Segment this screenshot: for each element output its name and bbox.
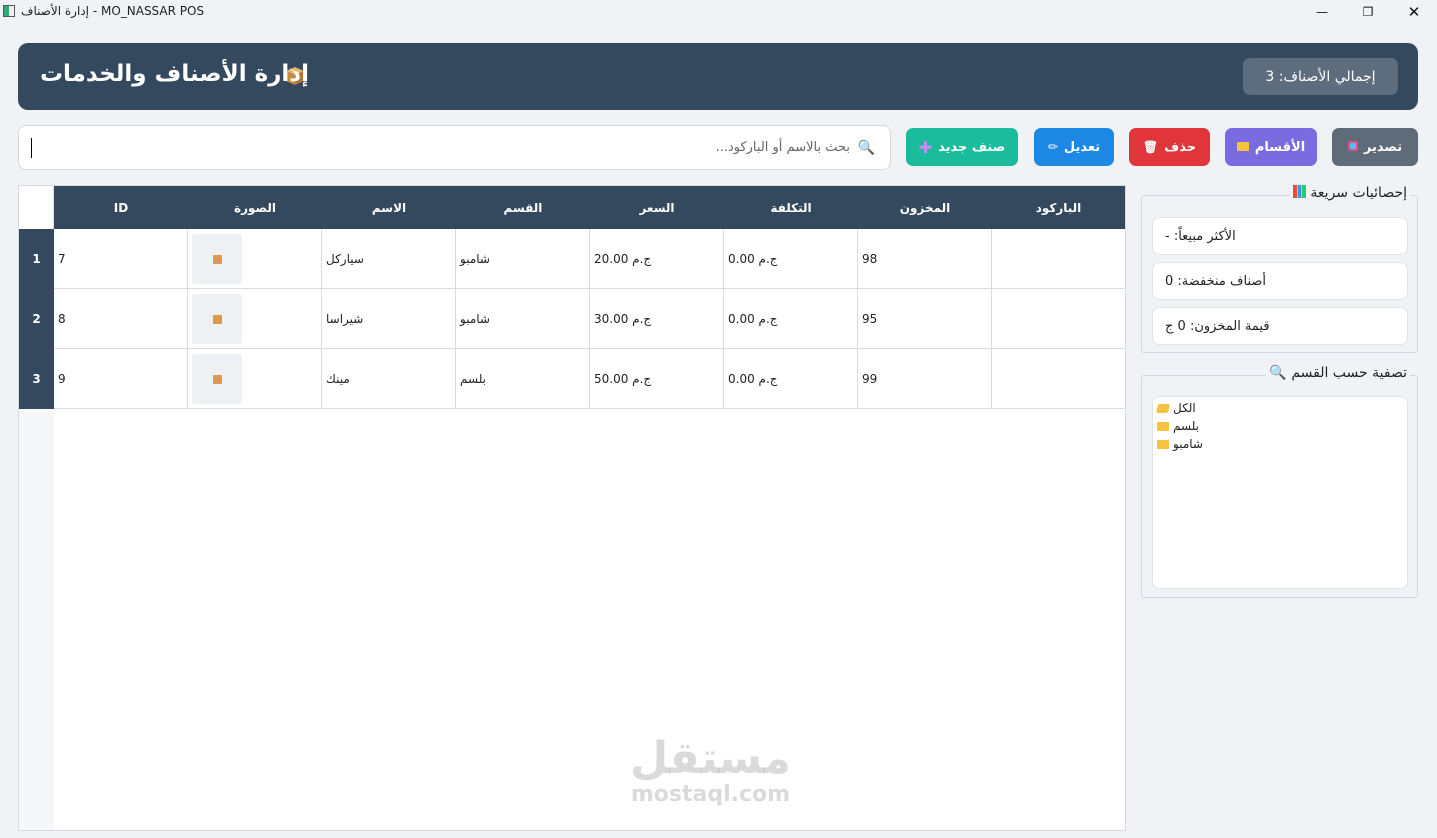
column-header-barcode[interactable]: الباركود bbox=[992, 186, 1125, 229]
cell-barcode[interactable] bbox=[992, 229, 1125, 289]
quick-stats-title-text: إحصائيات سريعة bbox=[1310, 185, 1407, 201]
quick-stats-panel: إحصائيات سريعة الأكثر مبيعاً: - أصناف من… bbox=[1141, 185, 1418, 353]
delete-button[interactable]: حذف 🗑 bbox=[1129, 128, 1210, 166]
cell-barcode[interactable] bbox=[992, 289, 1125, 349]
cell-id[interactable]: 9 bbox=[54, 349, 188, 409]
package-icon bbox=[212, 254, 222, 264]
category-filter-panel: تصفية حسب القسم 🔍 الكل بلسم شامبو bbox=[1141, 365, 1418, 598]
export-label: تصدير bbox=[1363, 139, 1403, 155]
table-corner[interactable] bbox=[19, 186, 54, 229]
column-header-id[interactable]: ID bbox=[54, 186, 188, 229]
column-header-price[interactable]: السعر bbox=[590, 186, 724, 229]
window-title: إدارة الأصناف - MO_NASSAR POS bbox=[21, 4, 205, 18]
search-icon: 🔍 bbox=[857, 140, 875, 156]
column-header-category[interactable]: القسم bbox=[456, 186, 590, 229]
quick-stats-title: إحصائيات سريعة bbox=[1289, 185, 1410, 201]
page-title: إدارة الأصناف والخدمات bbox=[39, 61, 309, 87]
new-item-button[interactable]: صنف جديد ✚ bbox=[906, 128, 1018, 166]
folder-icon bbox=[1157, 439, 1169, 449]
export-button[interactable]: تصدير bbox=[1332, 128, 1418, 166]
pencil-icon: ✏ bbox=[1047, 140, 1058, 154]
watermark-url: mostaql.com bbox=[630, 782, 791, 807]
cell-price[interactable]: ج.م 30.00 bbox=[590, 289, 724, 349]
column-header-image[interactable]: الصورة bbox=[188, 186, 322, 229]
category-item-label: شامبو bbox=[1173, 437, 1203, 451]
text-cursor bbox=[31, 138, 32, 158]
cell-price[interactable]: ج.م 50.00 bbox=[590, 349, 724, 409]
folder-icon bbox=[1236, 140, 1249, 154]
table-row[interactable]: 8 شيراسا شامبو ج.م 30.00 ج.م 0.00 95 bbox=[54, 289, 1125, 349]
watermark: مستقل mostaql.com bbox=[630, 735, 791, 807]
product-image-placeholder bbox=[192, 294, 242, 344]
package-icon bbox=[212, 374, 222, 384]
new-item-label: صنف جديد bbox=[938, 139, 1006, 155]
bar-chart-icon bbox=[1292, 185, 1306, 198]
cell-id[interactable]: 8 bbox=[54, 289, 188, 349]
table-row[interactable]: 9 مينك بلسم ج.م 50.00 ج.م 0.00 99 bbox=[54, 349, 1125, 409]
category-item-label: الكل bbox=[1173, 401, 1196, 415]
watermark-logo-text: مستقل bbox=[630, 733, 791, 784]
cell-category[interactable]: شامبو bbox=[456, 229, 590, 289]
category-item-balsam[interactable]: بلسم bbox=[1157, 418, 1199, 434]
cell-image[interactable] bbox=[188, 289, 322, 349]
low-stock-card: أصناف منخفضة: 0 bbox=[1152, 262, 1408, 300]
category-list[interactable]: الكل بلسم شامبو bbox=[1152, 396, 1408, 589]
minimize-button[interactable]: — bbox=[1299, 0, 1345, 24]
items-table: ID الصورة الاسم القسم السعر التكلفة المخ… bbox=[18, 185, 1126, 831]
cell-cost[interactable]: ج.م 0.00 bbox=[724, 229, 858, 289]
close-button[interactable]: ✕ bbox=[1391, 0, 1437, 24]
product-image-placeholder bbox=[192, 234, 242, 284]
table-header: ID الصورة الاسم القسم السعر التكلفة المخ… bbox=[54, 186, 1125, 229]
cell-cost[interactable]: ج.م 0.00 bbox=[724, 349, 858, 409]
column-header-stock[interactable]: المخزون bbox=[858, 186, 992, 229]
cell-image[interactable] bbox=[188, 229, 322, 289]
cell-stock[interactable]: 99 bbox=[858, 349, 992, 409]
cell-category[interactable]: شامبو bbox=[456, 289, 590, 349]
stock-value-card: قيمة المخزون: 0 ج bbox=[1152, 307, 1408, 345]
search-input[interactable]: بحث بالاسم أو الباركود... 🔍 bbox=[18, 125, 891, 170]
row-number[interactable]: 2 bbox=[19, 289, 54, 349]
cell-stock[interactable]: 98 bbox=[858, 229, 992, 289]
row-number[interactable]: 3 bbox=[19, 349, 54, 409]
folder-icon bbox=[1157, 421, 1169, 431]
trash-icon: 🗑 bbox=[1142, 140, 1159, 154]
table-row[interactable]: 7 سياركل شامبو ج.م 20.00 ج.م 0.00 98 bbox=[54, 229, 1125, 289]
column-header-name[interactable]: الاسم bbox=[322, 186, 456, 229]
cell-category[interactable]: بلسم bbox=[456, 349, 590, 409]
search-placeholder: بحث بالاسم أو الباركود... bbox=[715, 140, 850, 155]
cell-name[interactable]: مينك bbox=[322, 349, 456, 409]
delete-label: حذف bbox=[1164, 139, 1197, 155]
cell-id[interactable]: 7 bbox=[54, 229, 188, 289]
category-item-all[interactable]: الكل bbox=[1155, 400, 1196, 416]
categories-label: الأقسام bbox=[1254, 139, 1306, 155]
cell-image[interactable] bbox=[188, 349, 322, 409]
window-titlebar: إدارة الأصناف - MO_NASSAR POS — ❐ ✕ bbox=[0, 0, 1437, 24]
cell-barcode[interactable] bbox=[992, 349, 1125, 409]
cell-price[interactable]: ج.م 20.00 bbox=[590, 229, 724, 289]
edit-button[interactable]: تعديل ✏ bbox=[1034, 128, 1114, 166]
app-icon bbox=[3, 5, 15, 17]
page-header: إدارة الأصناف والخدمات إجمالي الأصناف: 3 bbox=[18, 43, 1418, 110]
cell-name[interactable]: شيراسا bbox=[322, 289, 456, 349]
category-filter-title-text: تصفية حسب القسم bbox=[1291, 365, 1407, 381]
search-icon: 🔍 bbox=[1269, 365, 1287, 381]
restore-button[interactable]: ❐ bbox=[1345, 0, 1391, 24]
categories-button[interactable]: الأقسام bbox=[1225, 128, 1317, 166]
category-item-label: بلسم bbox=[1173, 419, 1200, 433]
cell-name[interactable]: سياركل bbox=[322, 229, 456, 289]
cell-stock[interactable]: 95 bbox=[858, 289, 992, 349]
cell-cost[interactable]: ج.م 0.00 bbox=[724, 289, 858, 349]
category-filter-title: تصفية حسب القسم 🔍 bbox=[1266, 365, 1410, 381]
best-seller-card: الأكثر مبيعاً: - bbox=[1152, 217, 1408, 255]
row-number[interactable]: 1 bbox=[19, 229, 54, 289]
category-item-shampoo[interactable]: شامبو bbox=[1157, 436, 1203, 452]
edit-label: تعديل bbox=[1063, 139, 1101, 155]
product-image-placeholder bbox=[192, 354, 242, 404]
tag-icon bbox=[1155, 403, 1171, 413]
plus-icon: ✚ bbox=[918, 137, 933, 157]
total-items-badge: إجمالي الأصناف: 3 bbox=[1243, 58, 1398, 95]
export-icon bbox=[1347, 140, 1358, 154]
package-icon bbox=[212, 314, 222, 324]
column-header-cost[interactable]: التكلفة bbox=[724, 186, 858, 229]
